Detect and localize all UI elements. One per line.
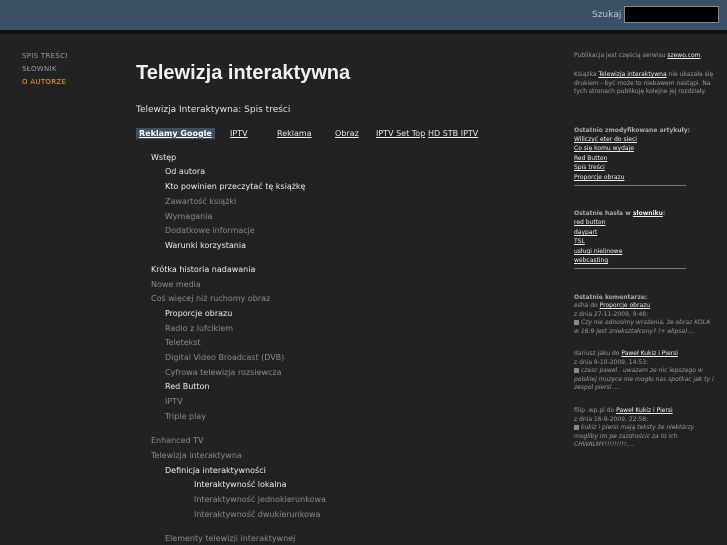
- main-content: Telewizja interaktywna Telewizja Interak…: [136, 62, 546, 139]
- toc-item[interactable]: Radio z lufcikiem: [165, 324, 233, 333]
- modified-article-link[interactable]: Red Button: [574, 155, 607, 162]
- comment-article-link[interactable]: Paweł Kukiz i Piersi: [621, 350, 678, 357]
- comment-icon: [574, 425, 579, 430]
- left-nav: SPIS TREŚCI SŁOWNIK O AUTORZE: [22, 52, 122, 91]
- glossary-term-link[interactable]: usługi nielinowe: [574, 248, 622, 255]
- nav-item-contents[interactable]: SPIS TREŚCI: [22, 52, 122, 60]
- comment-icon: [574, 368, 579, 373]
- glossary-terms-heading: Ostatnie hasła w słowniku:: [574, 210, 665, 217]
- toc-item[interactable]: Wstęp: [151, 153, 176, 162]
- sidebar-intro: Publikacja jest częścią serwisu szewo.co…: [574, 52, 724, 61]
- toc-item[interactable]: Wymagania: [165, 212, 212, 221]
- tab-iptv[interactable]: IPTV: [227, 128, 251, 139]
- modified-article-link[interactable]: Wiliczyć eter do sieci: [574, 136, 637, 143]
- comment-text: Czy nie odnosimy wrażenia, że obraz KOLA…: [574, 319, 711, 335]
- toc-item[interactable]: Zawartość książki: [165, 197, 236, 206]
- toc-item[interactable]: Proporcje obrazu: [165, 309, 232, 318]
- comment-text: czesc pawel . uwazam ze nic lepszego w p…: [574, 367, 714, 391]
- comment-date: z dnia 9-10-2009, 14:53:: [574, 358, 649, 366]
- search-label: Szukaj: [592, 10, 622, 20]
- sidebar-book-note: Książka Telewizja interaktywna nie ukaza…: [574, 71, 720, 97]
- comment-item: dariusz jaku do Paweł Kukiz i Piersi z d…: [574, 350, 714, 393]
- header-divider: [0, 30, 727, 34]
- toc-item[interactable]: Warunki korzystania: [165, 241, 246, 250]
- modified-article-link[interactable]: Proporcje obrazu: [574, 174, 624, 181]
- sidebar-divider: [574, 185, 686, 186]
- recent-comments-heading: Ostatnie komentarze:: [574, 294, 648, 301]
- comment-text: kukiz i piersi mają teksty że niektórzy …: [574, 424, 695, 448]
- nav-item-about-author[interactable]: O AUTORZE: [22, 78, 122, 86]
- toc-item[interactable]: Elementy telewizji interaktywnej: [165, 534, 295, 543]
- glossary-term-link[interactable]: webcasting: [574, 257, 608, 264]
- comment-author: dariusz jaku do: [574, 350, 620, 357]
- comment-item: filip .wp.pl do Paweł Kukiz i Piersi z d…: [574, 407, 714, 450]
- toc-item[interactable]: Nowe media: [151, 280, 201, 289]
- toc-item[interactable]: Cyfrowa telewizja rozsiewcza: [165, 368, 282, 377]
- comment-date: z dnia 16-9-2009, 22:58:: [574, 415, 649, 423]
- tab-iptv-set-top[interactable]: IPTV Set Top: [373, 128, 428, 139]
- toc-item[interactable]: Red Button: [165, 382, 210, 391]
- tab-google-ads[interactable]: Reklamy Google: [136, 128, 215, 139]
- nav-item-glossary[interactable]: SŁOWNIK: [22, 65, 122, 73]
- tab-hd-stb-iptv[interactable]: HD STB IPTV: [425, 128, 481, 139]
- toc-item[interactable]: Dodatkowe informacje: [165, 226, 255, 235]
- toc-item[interactable]: IPTV: [165, 397, 183, 406]
- comment-icon: [574, 320, 579, 325]
- intro-text: Publikacja jest częścią serwisu: [574, 52, 666, 59]
- terms-heading-colon: :: [662, 210, 666, 217]
- toc-item[interactable]: Interaktywność lokalna: [194, 480, 287, 489]
- book-note-pre: Książka: [574, 71, 597, 78]
- glossary-term-link[interactable]: TSL: [574, 238, 585, 245]
- comment-date: z dnia 27-11-2009, 9:48:: [574, 310, 649, 318]
- toc-item[interactable]: Teletekst: [165, 338, 201, 347]
- toc-item[interactable]: Digital Video Broadcast (DVB): [165, 353, 284, 362]
- top-bar: Szukaj: [0, 0, 727, 30]
- glossary-term-link[interactable]: red button: [574, 219, 606, 226]
- toc-item[interactable]: Kto powinien przeczytać tę książkę: [165, 182, 305, 191]
- comment-author: esha do: [574, 302, 598, 309]
- book-link[interactable]: Telewizja interaktywna: [599, 71, 667, 78]
- tab-picture[interactable]: Obraz: [332, 128, 362, 139]
- toc-item[interactable]: Interaktywność dwukierunkowa: [194, 510, 320, 519]
- comment-item: esha do Proporcje obrazu z dnia 27-11-20…: [574, 302, 714, 336]
- toc-item[interactable]: Telewizja interaktywna: [151, 451, 242, 460]
- modified-article-link[interactable]: Spis treści: [574, 164, 605, 171]
- modified-articles-heading: Ostatnio zmodyfikowane artykuły:: [574, 127, 691, 134]
- intro-period: .: [700, 52, 703, 59]
- toc-item[interactable]: Triple play: [165, 412, 206, 421]
- toc-item[interactable]: Definicja interaktywności: [165, 466, 266, 475]
- search-input[interactable]: [624, 6, 719, 23]
- glossary-term-link[interactable]: daypart: [574, 229, 597, 236]
- toc-item[interactable]: Od autora: [165, 167, 205, 176]
- toc-item[interactable]: Krótka historia nadawania: [151, 265, 255, 274]
- tab-advertising[interactable]: Reklama: [274, 128, 315, 139]
- comment-article-link[interactable]: Proporcje obrazu: [600, 302, 650, 309]
- comment-author: filip .wp.pl do: [574, 407, 615, 414]
- glossary-link[interactable]: słowniku: [633, 210, 663, 217]
- toc-item[interactable]: Coś więcej niż ruchomy obraz: [151, 294, 270, 303]
- terms-heading-text: Ostatnie hasła w: [574, 210, 631, 217]
- page-title: Telewizja interaktywna: [136, 62, 351, 84]
- szewo-link[interactable]: szewo.com: [667, 52, 700, 59]
- modified-article-link[interactable]: Co się komu wydaje: [574, 145, 634, 152]
- sidebar-divider: [574, 268, 686, 269]
- toc-item[interactable]: Enhanced TV: [151, 436, 203, 445]
- page-subtitle: Telewizja Interaktywna: Spis treści: [136, 105, 291, 115]
- comment-article-link[interactable]: Paweł Kukiz i Piersi: [616, 407, 673, 414]
- toc-item[interactable]: Interaktywność jednokierunkowa: [194, 495, 326, 504]
